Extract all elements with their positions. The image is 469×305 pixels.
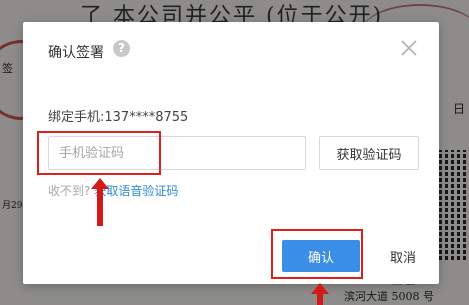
dialog-title: 确认签署 <box>48 45 104 61</box>
voice-code-row: 收不到? 获取语音验证码 <box>48 182 178 199</box>
cancel-button[interactable]: 取消 <box>380 240 426 272</box>
voice-code-prefix: 收不到? <box>48 184 91 198</box>
annotation-box-code-input <box>37 131 161 175</box>
bound-phone-label: 绑定手机: <box>48 110 105 125</box>
bound-phone: 绑定手机:137****8755 <box>48 106 188 125</box>
annotation-arrow-up-icon <box>311 283 329 305</box>
question-circle-icon[interactable]: ? <box>113 40 130 57</box>
close-icon[interactable] <box>397 36 421 60</box>
annotation-box-confirm <box>271 229 363 279</box>
annotation-arrow-up-icon <box>91 178 109 226</box>
get-code-button[interactable]: 获取验证码 <box>319 136 419 170</box>
bound-phone-number: 137****8755 <box>104 110 189 125</box>
